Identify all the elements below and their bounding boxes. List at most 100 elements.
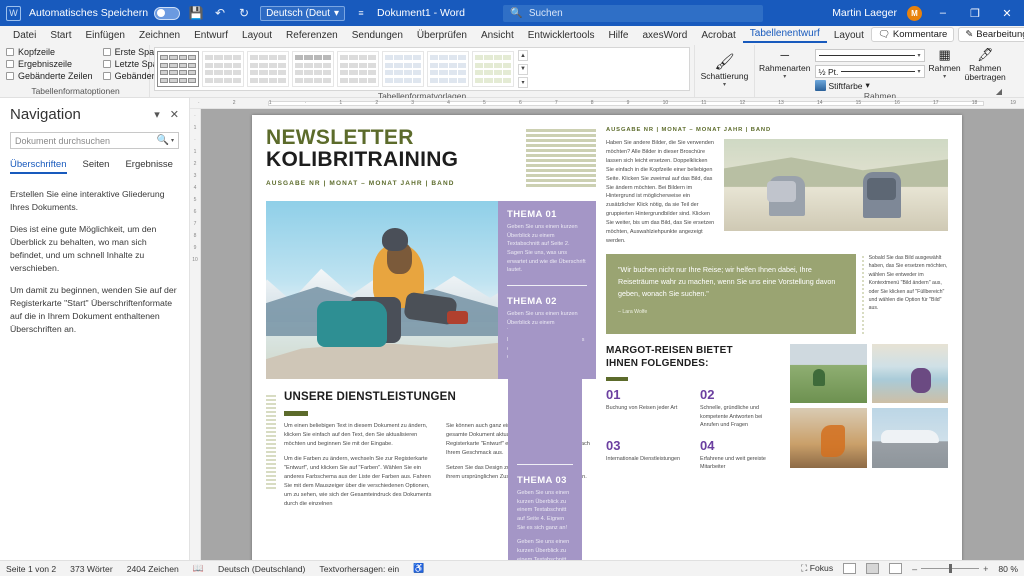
- char-count[interactable]: 2404 Zeichen: [127, 564, 179, 574]
- gallery-scroll-up-icon[interactable]: ▲: [518, 50, 528, 61]
- checkbox-box[interactable]: [102, 48, 111, 56]
- horizontal-ruler[interactable]: · 2 1 · 1 2 3 4 5 6 7 8 9 10 11 12 13 14 15 16 17 18 19: [190, 98, 1024, 109]
- autosave-control[interactable]: Automatisches Speichern: [29, 6, 181, 20]
- tab-datei[interactable]: Datei: [6, 29, 43, 43]
- zoom-level[interactable]: 80 %: [998, 564, 1018, 574]
- tab-start[interactable]: Start: [43, 29, 78, 43]
- accessibility-icon[interactable]: ♿: [413, 563, 424, 574]
- editing-mode-button[interactable]: ✎ Bearbeitung ▾: [958, 27, 1024, 42]
- table-style-item[interactable]: [247, 51, 289, 87]
- couple-hiking-photo[interactable]: [724, 139, 948, 231]
- checkbox-box[interactable]: [102, 60, 111, 68]
- checkbox-kopfzeile[interactable]: Kopfzeile: [6, 47, 93, 57]
- zoom-knob[interactable]: [948, 564, 952, 573]
- focus-button[interactable]: ⛶ Fokus: [801, 563, 833, 574]
- read-mode-icon[interactable]: [843, 563, 857, 574]
- spellcheck-icon[interactable]: 📖: [193, 563, 204, 574]
- checkbox-label: Kopfzeile: [18, 47, 56, 57]
- table-style-item[interactable]: [337, 51, 379, 87]
- user-name: Martin Laeger: [832, 7, 897, 19]
- print-layout-icon[interactable]: [866, 563, 880, 574]
- vertical-ruler[interactable]: · 1 · 1 2 3 4 5 6 7 8 9 10: [190, 109, 201, 560]
- nav-tab-ergebnisse[interactable]: Ergebnisse: [125, 159, 173, 174]
- checkbox-box[interactable]: [6, 72, 14, 80]
- tab-hilfe[interactable]: Hilfe: [601, 29, 635, 43]
- borders-dialog-launcher-icon[interactable]: ◢: [996, 87, 1002, 96]
- text-prediction-status[interactable]: Textvorhersagen: ein: [319, 564, 399, 574]
- zoom-track[interactable]: [921, 564, 980, 573]
- nav-tab-ueberschriften[interactable]: Überschriften: [10, 159, 67, 174]
- search-box[interactable]: 🔍 Suchen: [503, 4, 764, 22]
- pen-color-button[interactable]: Stiftfarbe ▾: [814, 80, 925, 91]
- more-commands-icon[interactable]: ≡: [353, 5, 369, 21]
- checkbox-box[interactable]: [6, 60, 14, 68]
- tab-tabellenentwurf[interactable]: Tabellenentwurf: [742, 27, 827, 43]
- chevron-down-icon[interactable]: ▾: [154, 108, 160, 121]
- tab-ansicht[interactable]: Ansicht: [474, 29, 521, 43]
- page-right-column: AUSGABE NR | MONAT – MONAT JAHR | BAND H…: [606, 127, 948, 560]
- checkbox-ergebniszeile[interactable]: Ergebniszeile: [6, 59, 93, 69]
- table-style-item[interactable]: [292, 51, 334, 87]
- table-style-item[interactable]: [157, 51, 199, 87]
- shading-button[interactable]: 🖌 Schattierung ▾: [701, 55, 749, 89]
- line-weight-select[interactable]: ½ Pt. ▾: [814, 65, 925, 78]
- tab-einfuegen[interactable]: Einfügen: [78, 29, 131, 43]
- save-icon[interactable]: 💾: [188, 5, 204, 21]
- border-styles-button[interactable]: ─ Rahmenarten ▾: [759, 47, 811, 81]
- border-painter-button[interactable]: 🖋 Rahmen übertragen: [965, 47, 1006, 83]
- comment-icon: 🗨: [877, 29, 890, 40]
- tab-referenzen[interactable]: Referenzen: [279, 29, 345, 43]
- page-info[interactable]: Seite 1 von 2: [6, 564, 56, 574]
- zoom-slider[interactable]: – +: [912, 564, 988, 574]
- tab-acrobat[interactable]: Acrobat: [694, 29, 742, 43]
- tab-layout[interactable]: Layout: [235, 29, 279, 43]
- tab-layout-table[interactable]: Layout: [827, 29, 871, 43]
- close-icon[interactable]: ✕: [170, 108, 179, 121]
- line-style-select[interactable]: ▾: [814, 49, 925, 62]
- hiker-mountain-photo[interactable]: [266, 201, 498, 380]
- avatar[interactable]: M: [906, 5, 922, 21]
- tab-entwurf[interactable]: Entwurf: [187, 29, 235, 43]
- undo-icon[interactable]: ↶: [212, 5, 228, 21]
- gallery-scroll-controls[interactable]: ▲ ▼ ▾: [518, 50, 528, 88]
- tab-axesword[interactable]: axesWord: [635, 29, 694, 43]
- minimize-button[interactable]: –: [932, 7, 954, 19]
- table-styles-gallery[interactable]: ▲ ▼ ▾: [154, 47, 690, 91]
- close-button[interactable]: ✕: [996, 7, 1018, 20]
- tab-sendungen[interactable]: Sendungen: [345, 29, 410, 43]
- navigation-search-input[interactable]: Dokument durchsuchen 🔍 ▾: [10, 132, 179, 149]
- airplane-photo[interactable]: [871, 408, 948, 468]
- gallery-more-icon[interactable]: ▾: [518, 77, 528, 88]
- checkbox-box[interactable]: [6, 48, 14, 56]
- redo-icon[interactable]: ↻: [236, 5, 252, 21]
- search-icon[interactable]: 🔍: [157, 135, 169, 146]
- table-style-item[interactable]: [427, 51, 469, 87]
- document-page[interactable]: NEWSLETTER KOLIBRITRAINING AUSGABE NR | …: [252, 115, 962, 560]
- table-style-item[interactable]: [472, 51, 514, 87]
- word-count[interactable]: 373 Wörter: [70, 564, 113, 574]
- chevron-down-icon[interactable]: ▾: [171, 137, 174, 144]
- nav-tab-seiten[interactable]: Seiten: [83, 159, 110, 174]
- coast-backpackers-photo[interactable]: [871, 343, 948, 404]
- gallery-scroll-down-icon[interactable]: ▼: [518, 63, 528, 75]
- web-layout-icon[interactable]: [889, 563, 903, 574]
- document-canvas[interactable]: · 2 1 · 1 2 3 4 5 6 7 8 9 10 11 12 13 14 15 16 17 18 19 · 1 · 1…: [190, 98, 1024, 560]
- language-status[interactable]: Deutsch (Deutschland): [218, 564, 305, 574]
- zoom-out-button[interactable]: –: [912, 564, 917, 574]
- tab-entwicklertools[interactable]: Entwicklertools: [521, 29, 602, 43]
- zoom-in-button[interactable]: +: [983, 564, 988, 574]
- table-style-item[interactable]: [382, 51, 424, 87]
- comments-button[interactable]: 🗨 Kommentare: [870, 27, 955, 42]
- tab-ueberpruefen[interactable]: Überprüfen: [410, 29, 474, 43]
- checkbox-box[interactable]: [102, 72, 111, 80]
- table-style-item[interactable]: [202, 51, 244, 87]
- autosave-toggle[interactable]: [154, 6, 181, 20]
- language-selector[interactable]: Deutsch (Deut ▾: [260, 5, 346, 21]
- camping-gear-photo[interactable]: [790, 408, 867, 468]
- restore-button[interactable]: ❐: [964, 7, 986, 20]
- borders-button[interactable]: ▦ Rahmen ▾: [929, 47, 961, 81]
- green-hill-walker-photo[interactable]: [790, 343, 867, 404]
- checkbox-gebaenderte-zeilen[interactable]: Gebänderte Zeilen: [6, 71, 93, 81]
- tab-zeichnen[interactable]: Zeichnen: [132, 29, 187, 43]
- title-bar: W Automatisches Speichern 💾 ↶ ↻ Deutsch …: [0, 0, 1024, 26]
